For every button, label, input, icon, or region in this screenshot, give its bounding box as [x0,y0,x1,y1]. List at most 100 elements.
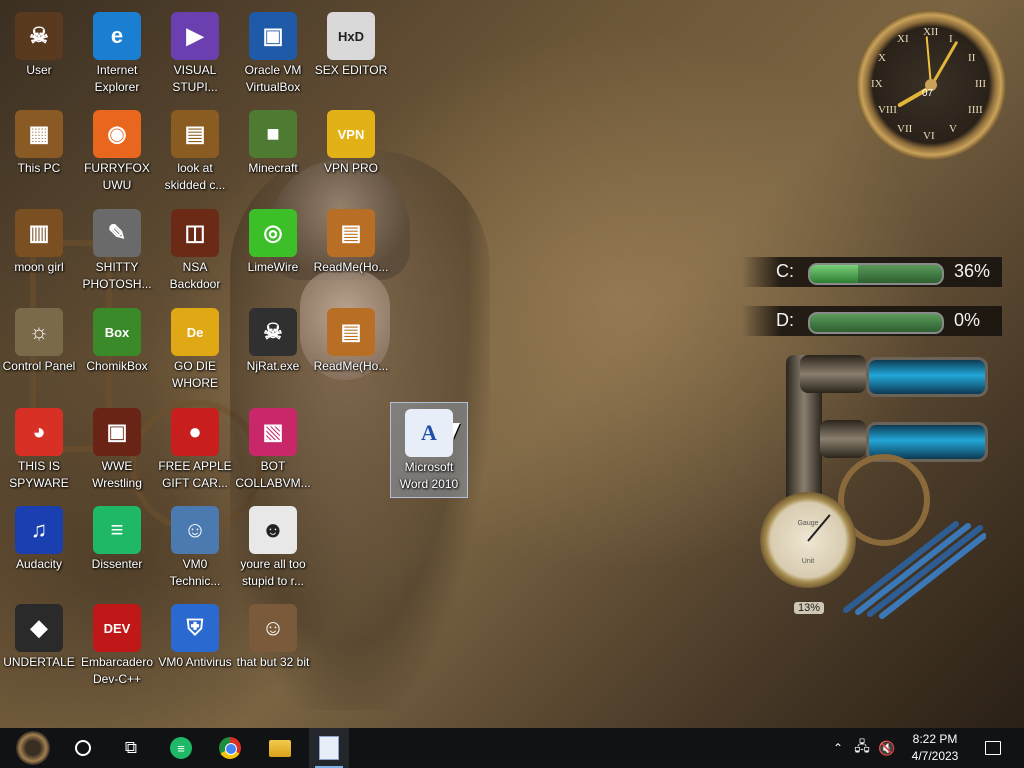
clock-numeral: V [949,123,957,136]
desktop-icon[interactable]: e Internet Explorer [78,6,156,102]
task-view-button[interactable]: ⧉ [112,728,150,768]
clock-numeral: I [949,32,953,45]
desktop-icon[interactable]: ▥ moon girl [0,203,78,299]
desktop-icon[interactable]: ▣ Oracle VM VirtualBox [234,6,312,102]
desktop-icon[interactable]: ☻ youre all too stupid to r... [234,500,312,596]
taskbar-word[interactable] [309,728,349,768]
desktop-icon[interactable]: ▣ WWE Wrestling [78,402,156,498]
icon-label: that but 32 bit [236,655,310,669]
app-icon: ✎ [93,209,141,257]
icon-label: FREE APPLE GIFT CAR... [158,459,232,490]
desktop-icon[interactable]: ▤ ReadMe(Ho... [312,302,390,398]
desktop-icon[interactable]: ◕ THIS IS SPYWARE [0,402,78,498]
desktop-icon[interactable]: Box ChomikBox [78,302,156,398]
volume-button[interactable]: 🔇 [875,728,899,768]
app-icon: ▧ [249,408,297,456]
desktop-icon[interactable]: ● FREE APPLE GIFT CAR... [156,402,234,498]
icon-label: WWE Wrestling [92,459,142,490]
desktop-icon[interactable]: ☺ that but 32 bit [234,598,312,694]
desktop-icon[interactable]: De GO DIE WHORE [156,302,234,398]
desktop-icon[interactable]: ▧ BOT COLLABVM... [234,402,312,498]
network-button[interactable]: 🖧 [850,728,874,768]
icon-label: Oracle VM VirtualBox [244,63,302,94]
desktop-icon[interactable]: ■ Minecraft [234,104,312,200]
icon-label: FURRYFOX UWU [84,161,150,192]
icon-label: User [26,63,52,77]
icon-label: Internet Explorer [94,63,140,94]
desktop-icon[interactable]: ☺ VM0 Technic... [156,500,234,596]
desktop-icon[interactable]: DEV Embarcadero Dev-C++ [78,598,156,694]
desktop-icon[interactable]: VPN VPN PRO [312,104,390,200]
app-icon: ▶ [171,12,219,60]
app-icon: ☺ [249,604,297,652]
clock-widget[interactable]: XII I II III IIII V VI VII VIII IX X XI 07 [856,10,1006,160]
taskbar-file-explorer[interactable] [260,728,300,768]
desktop-icon[interactable]: ▶ VISUAL STUPI... [156,6,234,102]
icon-label: THIS IS SPYWARE [9,459,69,490]
desktop-icon[interactable]: ≡ Dissenter [78,500,156,596]
clock-numeral: IIII [968,104,983,116]
desktop-icon-microsoft-word[interactable]: A Microsoft Word 2010 [390,402,468,498]
app-icon: ▣ [249,12,297,60]
icon-label: BOT COLLABVM... [235,459,311,490]
app-icon: ■ [249,110,297,158]
icon-label: Minecraft [248,161,298,175]
gauge-percent: 13% [794,602,824,614]
search-button[interactable] [66,728,100,768]
clock-button[interactable]: 8:22 PM 4/7/2023 [900,731,970,765]
drive-meter-d[interactable]: D: 0% [742,306,1002,336]
desktop-icon[interactable]: ♫ Audacity [0,500,78,596]
icon-label: Dissenter [91,557,143,571]
desktop-icon[interactable]: ◉ FURRYFOX UWU [78,104,156,200]
mouse-cursor-icon [453,423,467,439]
taskbar-dissenter[interactable]: ≡ [162,728,200,768]
desktop-icon[interactable]: ▤ ReadMe(Ho... [312,203,390,299]
desktop-icon[interactable]: ▤ look at skidded c... [156,104,234,200]
show-hidden-icons-button[interactable]: ⌃ [828,728,848,768]
app-icon: DEV [93,604,141,652]
icon-label: ChomikBox [86,359,148,373]
taskbar-chrome[interactable] [211,728,249,768]
desktop-icon[interactable]: ✎ SHITTY PHOTOSH... [78,203,156,299]
icon-label: moon girl [14,260,64,274]
app-icon: ▥ [15,209,63,257]
desktop-icon[interactable]: ☠ NjRat.exe [234,302,312,398]
drive-usage-bar [808,263,944,285]
desktop-icon[interactable]: ☠ User [0,6,78,102]
start-button[interactable] [0,728,66,768]
drive-percent: 0% [954,310,981,330]
chrome-center [225,743,237,755]
gauge-pipe-mid [820,420,866,458]
taskbar-date: 4/7/2023 [911,749,959,763]
icon-label: Microsoft Word 2010 [399,460,459,491]
chrome-icon [219,737,241,759]
desktop-icon[interactable]: HxD SEX EDITOR [312,6,390,102]
icon-label: NjRat.exe [246,359,300,373]
icon-label: ReadMe(Ho... [313,359,389,373]
icon-label: GO DIE WHORE [172,359,218,390]
desktop[interactable]: ☠ User e Internet Explorer ▶ VISUAL STUPI... ▣… [0,0,1024,728]
icon-label: Audacity [15,557,63,571]
clock-numeral: III [975,78,986,90]
app-icon: HxD [327,12,375,60]
clock-numeral: X [877,52,886,64]
desktop-icon[interactable]: ☼ Control Panel [0,302,78,398]
app-icon: ⛨ [171,604,219,652]
desktop-icon[interactable]: ◎ LimeWire [234,203,312,299]
app-icon: ▤ [327,308,375,356]
clock-day: 07 [922,88,934,99]
icon-label: NSA Backdoor [169,260,221,291]
action-center-button[interactable] [978,728,1008,768]
icon-label: ReadMe(Ho... [313,260,389,274]
volume-muted-icon: 🔇 [878,739,896,756]
app-icon: De [171,308,219,356]
word-icon [319,736,339,760]
desktop-icon[interactable]: ⛨ VM0 Antivirus [156,598,234,694]
drive-meter-c[interactable]: C: 36% [742,257,1002,287]
app-icon: ♫ [15,506,63,554]
drive-usage-bar [808,312,944,334]
desktop-icon[interactable]: ▦ This PC [0,104,78,200]
desktop-icon[interactable]: ◫ NSA Backdoor [156,203,234,299]
icon-label: This PC [17,161,61,175]
desktop-icon[interactable]: ◆ UNDERTALE [0,598,78,694]
